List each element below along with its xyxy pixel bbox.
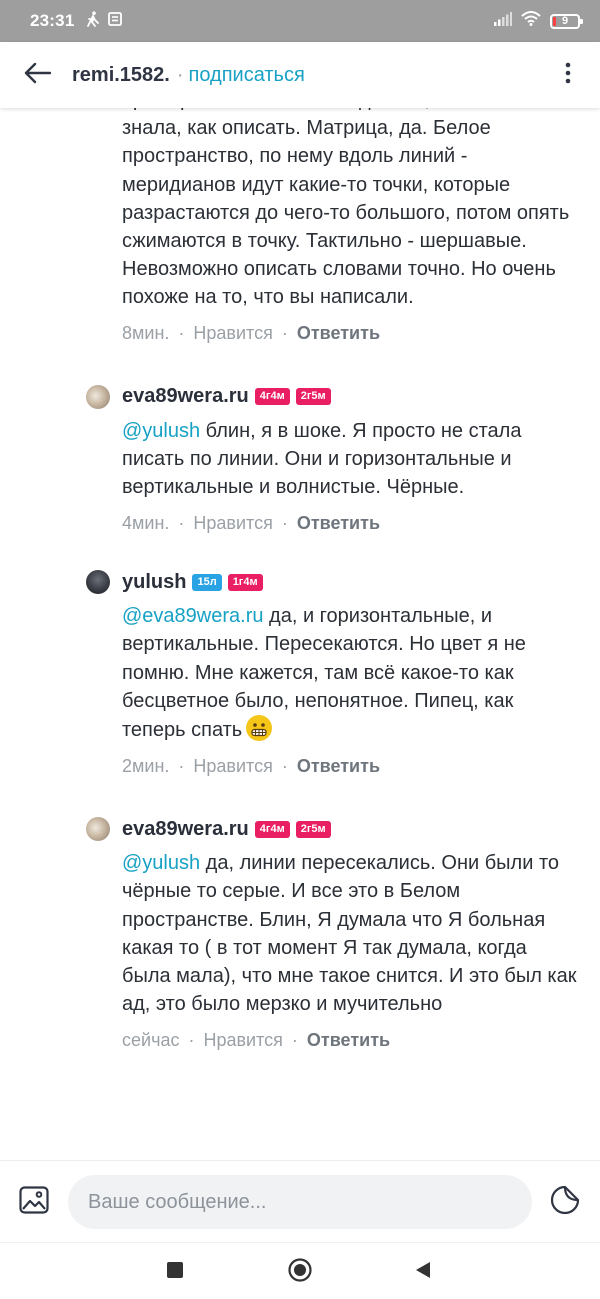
battery-level: 9 — [561, 15, 569, 27]
comment-text: примерно то же самое виделось, только я … — [122, 108, 570, 309]
comment-meta: 2мин. · Нравится · Ответить — [122, 751, 580, 781]
notification-icon — [108, 11, 123, 31]
comment-text: @eva89wera.ru да, и горизонтальные, и ве… — [122, 605, 526, 742]
like-button[interactable]: Нравится — [193, 513, 272, 534]
comment-meta: 8мин. · Нравится · Ответить — [122, 319, 580, 349]
title-separator: · — [176, 63, 184, 86]
comment-time: 8мин. — [122, 323, 170, 344]
comment-meta: сейчас · Нравится · Ответить — [122, 1025, 580, 1055]
back-button[interactable] — [14, 52, 60, 98]
like-button[interactable]: Нравится — [193, 756, 272, 777]
home-button[interactable] — [285, 1257, 315, 1287]
comment-text: @yulush да, линии пересекались. Они были… — [122, 852, 577, 1016]
reply-button[interactable]: Ответить — [297, 756, 380, 777]
mention-link[interactable]: @yulush — [122, 852, 200, 874]
meta-separator: · — [178, 512, 185, 533]
meta-separator: · — [178, 323, 185, 344]
status-time: 23:31 — [30, 11, 75, 30]
home-circle-icon — [288, 1257, 312, 1287]
meta-separator: · — [281, 755, 288, 776]
image-icon — [19, 1185, 49, 1219]
meta-separator: · — [291, 1029, 298, 1050]
meta-separator: · — [188, 1029, 195, 1050]
wifi-icon — [521, 11, 541, 31]
comment-time: 2мин. — [122, 755, 170, 776]
more-vertical-icon — [565, 62, 571, 89]
avatar[interactable] — [86, 570, 110, 595]
signal-icon — [494, 11, 512, 31]
comment-text: @yulush блин, я в шоке. Я просто не стал… — [122, 419, 522, 499]
comment-meta: 4мин. · Нравится · Ответить — [122, 508, 580, 538]
reply-button[interactable]: Ответить — [297, 513, 380, 534]
recents-square-icon — [167, 1261, 183, 1283]
recents-button[interactable] — [160, 1257, 190, 1287]
sticker-icon — [550, 1185, 580, 1220]
sticker-button[interactable] — [548, 1185, 582, 1219]
age-badge: 2г5м — [295, 388, 331, 406]
battery-icon: 9 — [550, 13, 583, 29]
comments-feed[interactable]: примерно то же самое виделось, только я … — [0, 108, 600, 1160]
walk-icon — [86, 10, 100, 32]
subscribe-link[interactable]: подписаться — [189, 64, 305, 87]
status-bar: 23:31 9 — [0, 0, 600, 42]
comment-time: 4мин. — [122, 512, 170, 533]
message-input[interactable] — [68, 1175, 532, 1229]
comment-time: сейчас — [122, 1029, 180, 1050]
avatar[interactable] — [86, 817, 110, 842]
system-nav-bar — [0, 1242, 600, 1299]
age-badge: 4г4м — [254, 388, 290, 406]
avatar[interactable] — [86, 384, 110, 409]
meta-separator: · — [281, 512, 288, 533]
app-bar: remi.1582. · подписаться — [0, 42, 600, 108]
reply-button[interactable]: Ответить — [307, 1030, 390, 1051]
comment-author[interactable]: eva89wera.ru — [122, 818, 249, 841]
comment-author[interactable]: eva89wera.ru — [122, 385, 249, 408]
back-triangle-icon — [415, 1261, 431, 1284]
age-badge: 1г4м — [227, 573, 263, 591]
page-title[interactable]: remi.1582. — [72, 64, 170, 87]
comment-item: yulush 15л 1г4м @eva89wera.ru да, и гори… — [0, 564, 600, 781]
age-badge: 15л — [192, 573, 222, 591]
age-badge: 2г5м — [295, 820, 331, 838]
more-menu-button[interactable] — [550, 52, 586, 98]
meta-separator: · — [178, 755, 185, 776]
message-input-bar — [0, 1160, 600, 1242]
attach-image-button[interactable] — [17, 1185, 51, 1219]
comment-item: eva89wera.ru 4г4м 2г5м @yulush блин, я в… — [0, 379, 600, 539]
age-badge: 4г4м — [254, 820, 290, 838]
comment-item: примерно то же самое виделось, только я … — [0, 108, 600, 349]
comment-author[interactable]: yulush — [122, 571, 186, 594]
like-button[interactable]: Нравится — [193, 323, 272, 344]
mention-link[interactable]: @eva89wera.ru — [122, 605, 263, 627]
system-back-button[interactable] — [408, 1257, 438, 1287]
reply-button[interactable]: Ответить — [297, 323, 380, 344]
grimacing-face-emoji — [246, 715, 273, 742]
mention-link[interactable]: @yulush — [122, 420, 200, 442]
comment-item: eva89wera.ru 4г4м 2г5м @yulush да, линии… — [0, 811, 600, 1055]
arrow-left-icon — [23, 62, 52, 89]
meta-separator: · — [281, 323, 288, 344]
like-button[interactable]: Нравится — [203, 1030, 282, 1051]
